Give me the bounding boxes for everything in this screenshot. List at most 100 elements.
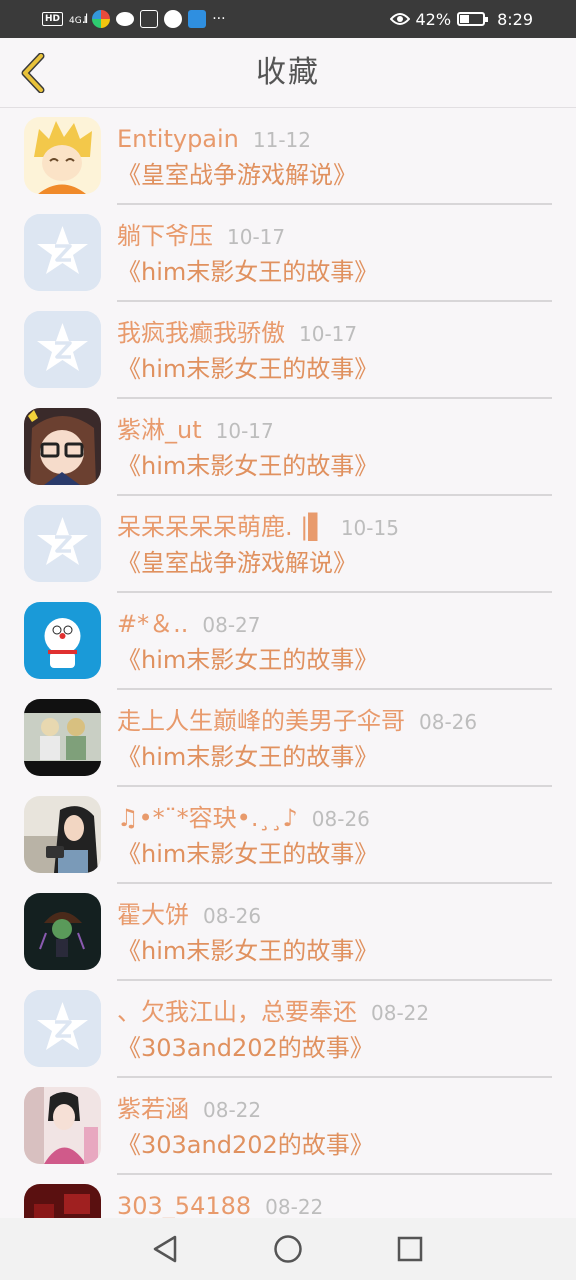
story-title[interactable]: 《him末影女王的故事》: [117, 934, 378, 968]
status-right: 42% 8:29: [389, 9, 533, 29]
story-title[interactable]: 《him末影女王的故事》: [117, 643, 378, 677]
avatar-image: [24, 1087, 101, 1164]
circle-home-icon: [274, 1235, 302, 1263]
favorite-date: 10-15: [340, 516, 399, 540]
user-name[interactable]: ♫•*¨*容玦•.¸¸♪: [117, 804, 298, 832]
page-title: 收藏: [256, 55, 320, 90]
default-avatar-icon: [24, 505, 101, 582]
avatar[interactable]: [24, 214, 101, 291]
favorite-item[interactable]: ♫•*¨*容玦•.¸¸♪ 08-26 《him末影女王的故事》: [0, 787, 576, 884]
favorite-item[interactable]: 303_54188 08-22: [0, 1175, 576, 1218]
favorite-header: 、欠我江山，总要奉还 08-22: [117, 996, 557, 1029]
favorites-list[interactable]: Entitypain 11-12 《皇室战争游戏解说》 躺下爷压 10-17 《him末影…: [0, 108, 576, 1218]
clock: 8:29: [497, 9, 533, 29]
favorite-item[interactable]: 、欠我江山，总要奉还 08-22 《303and202的故事》: [0, 981, 576, 1078]
story-title[interactable]: 《303and202的故事》: [117, 1031, 374, 1065]
user-name[interactable]: 303_54188: [117, 1192, 251, 1218]
favorite-header: 紫淋_ut 10-17: [117, 414, 557, 447]
favorite-header: 走上人生巅峰的美男子伞哥 08-26: [117, 705, 557, 738]
avatar[interactable]: [24, 990, 101, 1067]
user-name[interactable]: 霍大饼: [117, 901, 189, 929]
favorite-item[interactable]: Entitypain 11-12 《皇室战争游戏解说》: [0, 108, 576, 205]
network-label: 4G: [69, 16, 82, 26]
user-name[interactable]: 走上人生巅峰的美男子伞哥: [117, 707, 405, 735]
favorite-header: #*＆.. 08-27: [117, 608, 557, 641]
favorite-date: 08-26: [311, 807, 370, 831]
user-name[interactable]: #*＆..: [117, 610, 188, 638]
favorite-header: Entitypain 11-12: [117, 123, 557, 156]
favorite-header: 303_54188 08-22: [117, 1190, 557, 1218]
avatar[interactable]: [24, 1087, 101, 1164]
avatar[interactable]: [24, 408, 101, 485]
more-notifications-icon: ···: [212, 11, 226, 27]
user-name[interactable]: 紫若涵: [117, 1095, 189, 1123]
favorite-header: 躺下爷压 10-17: [117, 220, 557, 253]
nav-recents-button[interactable]: [393, 1232, 427, 1266]
triangle-back-icon: [153, 1235, 177, 1263]
user-name[interactable]: 躺下爷压: [117, 222, 213, 250]
avatar[interactable]: [24, 699, 101, 776]
app-header: 收藏: [0, 38, 576, 108]
user-name[interactable]: 我疯我癫我骄傲: [117, 319, 285, 347]
eye-icon: [389, 13, 410, 25]
status-left: HD 4G.ıl ···: [42, 9, 226, 29]
favorite-date: 08-27: [202, 613, 261, 637]
favorite-date: 11-12: [252, 128, 312, 152]
app-icon: [164, 10, 183, 28]
battery-fill: [460, 15, 470, 23]
user-name[interactable]: 紫淋_ut: [117, 416, 202, 444]
favorite-item[interactable]: 我疯我癫我骄傲 10-17 《him末影女王的故事》: [0, 302, 576, 399]
favorite-date: 08-26: [419, 710, 478, 734]
back-button[interactable]: [10, 48, 54, 98]
avatar-image: [24, 893, 101, 970]
nav-back-button[interactable]: [148, 1232, 182, 1266]
default-avatar-icon: [24, 990, 101, 1067]
app-icon: [140, 10, 159, 28]
story-title[interactable]: 《him末影女王的故事》: [117, 837, 378, 871]
system-nav-bar: [0, 1218, 576, 1280]
wechat-icon: [116, 12, 135, 26]
story-title[interactable]: 《皇室战争游戏解说》: [117, 546, 357, 580]
favorite-header: 呆呆呆呆呆萌鹿. |▌ 10-15: [117, 511, 557, 544]
chevron-left-icon: [21, 53, 45, 93]
favorite-item[interactable]: 霍大饼 08-26 《him末影女王的故事》: [0, 884, 576, 981]
avatar[interactable]: [24, 1184, 101, 1218]
user-name[interactable]: Entitypain: [117, 125, 239, 153]
avatar[interactable]: [24, 796, 101, 873]
app-icon: [92, 10, 111, 28]
avatar[interactable]: [24, 117, 101, 194]
default-avatar-icon: [24, 214, 101, 291]
avatar[interactable]: [24, 893, 101, 970]
favorite-item[interactable]: #*＆.. 08-27 《him末影女王的故事》: [0, 593, 576, 690]
avatar[interactable]: [24, 505, 101, 582]
favorite-header: ♫•*¨*容玦•.¸¸♪ 08-26: [117, 802, 557, 835]
nav-home-button[interactable]: [271, 1232, 305, 1266]
story-title[interactable]: 《him末影女王的故事》: [117, 740, 378, 774]
favorite-item[interactable]: 躺下爷压 10-17 《him末影女王的故事》: [0, 205, 576, 302]
avatar[interactable]: [24, 602, 101, 679]
story-title[interactable]: 《him末影女王的故事》: [117, 352, 378, 386]
user-name[interactable]: 呆呆呆呆呆萌鹿. |▌: [117, 513, 327, 541]
favorite-date: 08-22: [203, 1098, 262, 1122]
story-title[interactable]: 《皇室战争游戏解说》: [117, 158, 357, 192]
battery-percent: 42%: [415, 9, 452, 29]
story-title[interactable]: 《303and202的故事》: [117, 1128, 374, 1162]
favorite-item[interactable]: 呆呆呆呆呆萌鹿. |▌ 10-15 《皇室战争游戏解说》: [0, 496, 576, 593]
favorite-date: 08-22: [265, 1195, 324, 1218]
story-title[interactable]: 《him末影女王的故事》: [117, 449, 378, 483]
avatar[interactable]: [24, 311, 101, 388]
favorite-item[interactable]: 走上人生巅峰的美男子伞哥 08-26 《him末影女王的故事》: [0, 690, 576, 787]
story-title[interactable]: 《him末影女王的故事》: [117, 255, 378, 289]
app-icon: [188, 10, 207, 28]
signal-icon: 4G.ıl: [69, 12, 88, 26]
user-name[interactable]: 、欠我江山，总要奉还: [117, 998, 357, 1026]
status-bar: HD 4G.ıl ··· 42% 8:29: [0, 0, 576, 38]
favorite-date: 10-17: [299, 322, 358, 346]
favorite-header: 霍大饼 08-26: [117, 899, 557, 932]
favorite-header: 紫若涵 08-22: [117, 1093, 557, 1126]
avatar-image: [24, 408, 101, 485]
avatar-image: [24, 1184, 101, 1218]
favorite-item[interactable]: 紫淋_ut 10-17 《him末影女王的故事》: [0, 399, 576, 496]
favorite-date: 08-26: [203, 904, 262, 928]
favorite-item[interactable]: 紫若涵 08-22 《303and202的故事》: [0, 1078, 576, 1175]
